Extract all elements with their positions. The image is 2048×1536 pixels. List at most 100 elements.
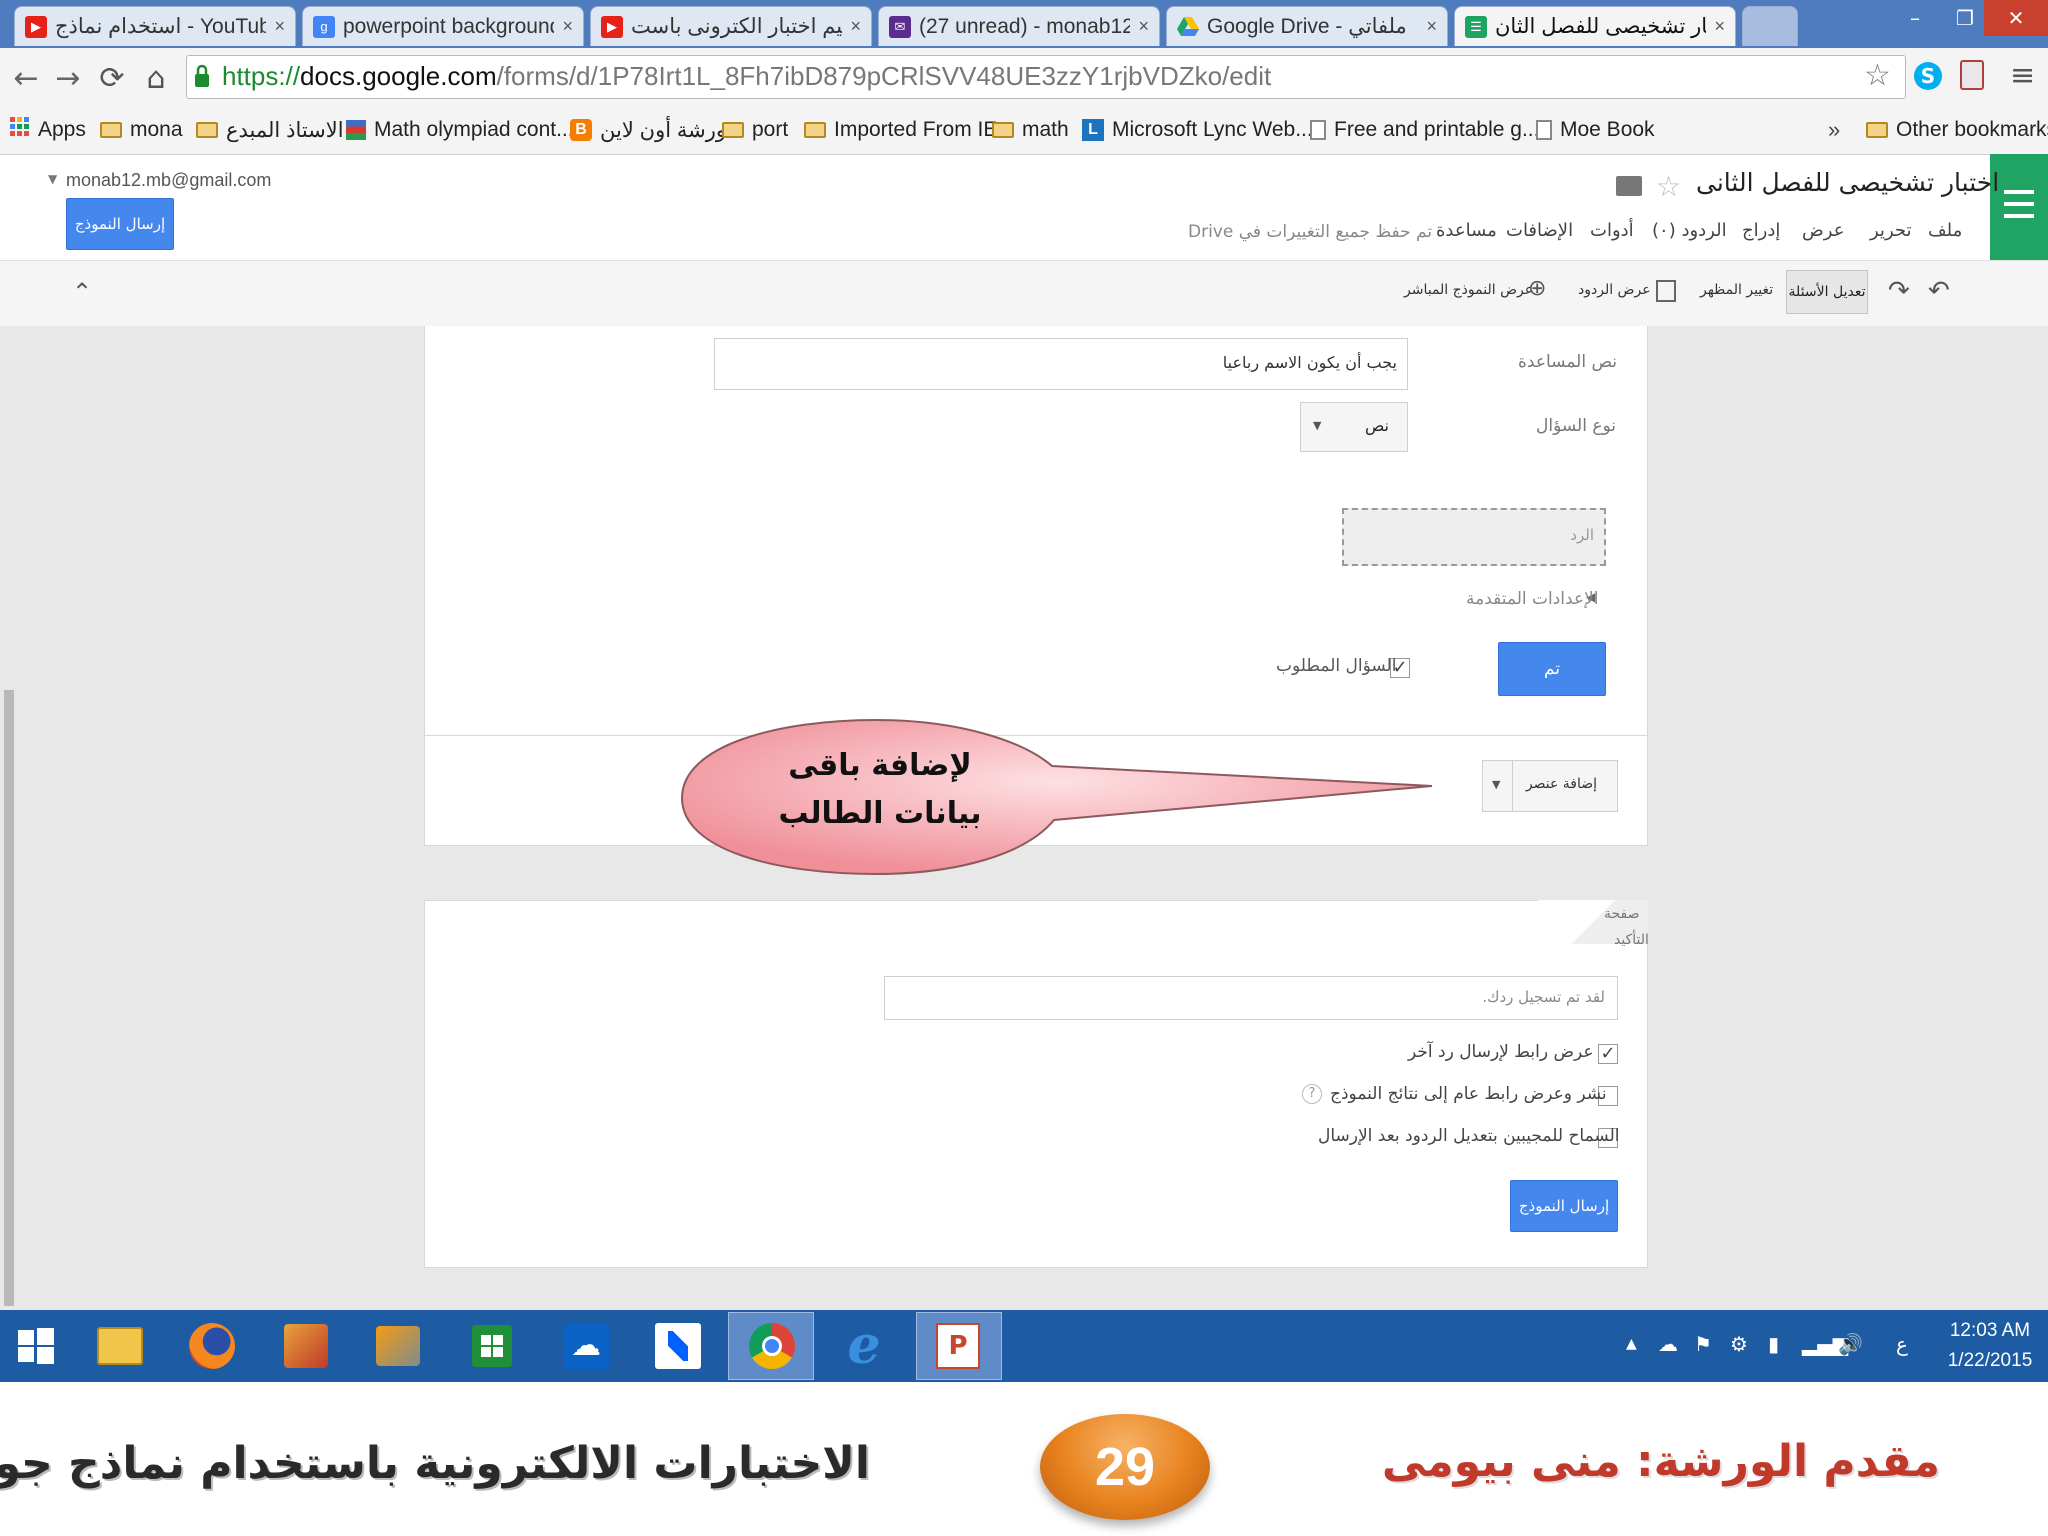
change-theme-button[interactable]: تغيير المظهر — [1700, 282, 1773, 298]
option-checkbox-another-response[interactable]: ✓ — [1598, 1044, 1618, 1064]
paint-icon[interactable] — [276, 1316, 336, 1376]
scrollbar-thumb[interactable] — [4, 690, 14, 1306]
reload-icon[interactable]: ⟳ — [94, 58, 130, 98]
tab-close-icon[interactable]: × — [850, 16, 861, 37]
folder-icon — [804, 122, 826, 138]
onedrive-tray-icon[interactable]: ☁ — [1658, 1332, 1678, 1356]
menu-addons[interactable]: الإضافات — [1506, 220, 1573, 241]
store-icon[interactable] — [462, 1316, 522, 1376]
language-indicator[interactable]: ع — [1896, 1332, 1908, 1356]
forward-icon[interactable]: → — [50, 58, 86, 98]
question-type-select[interactable]: نص ▼ — [1300, 402, 1408, 452]
close-window-icon[interactable]: ✕ — [1984, 0, 2048, 36]
skype-icon[interactable]: S — [1914, 62, 1942, 90]
bookmark-math[interactable]: math — [992, 114, 1069, 146]
windows-start-icon[interactable] — [6, 1316, 66, 1376]
internet-explorer-icon[interactable]: e — [834, 1316, 894, 1376]
menu-responses[interactable]: الردود (٠) — [1652, 220, 1727, 241]
bookmark-moe-book[interactable]: Moe Book — [1536, 114, 1655, 146]
url-text[interactable]: https://docs.google.com/forms/d/1P78Irt1… — [222, 61, 1271, 92]
bookmark-imported-from-ie[interactable]: Imported From IE — [804, 114, 997, 146]
firefox-icon[interactable] — [182, 1316, 242, 1376]
bookmarks-overflow-button[interactable]: » — [1828, 114, 1840, 146]
view-live-form-button[interactable]: عرض النموذج المباشر — [1404, 282, 1533, 298]
done-button[interactable]: تم — [1498, 642, 1606, 696]
media-icon[interactable] — [368, 1316, 428, 1376]
tab-close-icon[interactable]: × — [562, 16, 573, 37]
menu-view[interactable]: عرض — [1802, 220, 1844, 241]
bookmark-port[interactable]: port — [722, 114, 788, 146]
powerpoint-icon[interactable]: P — [928, 1316, 988, 1376]
advanced-settings-link[interactable]: الإعدادات المتقدمة — [1466, 589, 1599, 609]
browser-tab-strip: ▶ استخدام نماذج - YouTube × g powerpoint… — [0, 0, 2048, 48]
redo-icon[interactable]: ↷ — [1888, 276, 1910, 306]
back-icon[interactable]: ← — [8, 58, 44, 98]
confirmation-message-field[interactable]: لقد تم تسجيل ردك. — [884, 976, 1618, 1020]
star-icon[interactable]: ☆ — [1656, 170, 1681, 203]
bookmark-math-olympiad[interactable]: Math olympiad cont... — [346, 114, 574, 146]
chevron-down-icon: ▼ — [1492, 778, 1501, 791]
home-icon[interactable]: ⌂ — [138, 58, 174, 98]
help-text-field[interactable]: يجب أن يكون الاسم رباعيا — [714, 338, 1408, 390]
menu-tools[interactable]: أدوات — [1590, 220, 1634, 241]
tab-yahoo-mail[interactable]: ✉ (27 unread) - monab12 - × — [878, 6, 1160, 46]
option-label-another-response: عرض رابط لإرسال رد آخر — [1408, 1042, 1594, 1062]
menu-insert[interactable]: إدراج — [1742, 220, 1780, 241]
view-responses-button[interactable]: عرض الردود — [1578, 282, 1651, 298]
url-path: /forms/d/1P78Irt1L_8Fh7ibD879pCRlSVV48UE… — [496, 61, 1272, 91]
tab-youtube-forms[interactable]: ▶ استخدام نماذج - YouTube × — [14, 6, 296, 46]
account-email[interactable]: monab12.mb@gmail.com — [66, 170, 271, 191]
tab-label: (27 unread) - monab12 - — [919, 14, 1131, 38]
tab-google-forms-active[interactable]: ☰ اختبار تشخيصى للفصل الثان × — [1454, 6, 1736, 46]
minimize-icon[interactable]: – — [1890, 0, 1940, 36]
dropbox-icon[interactable] — [648, 1316, 708, 1376]
bookmark-mona[interactable]: mona — [100, 114, 183, 146]
chrome-menu-icon[interactable]: ≡ — [2010, 58, 2035, 93]
menu-edit[interactable]: تحرير — [1870, 220, 1912, 241]
tab-close-icon[interactable]: × — [274, 16, 285, 37]
chrome-icon[interactable] — [742, 1316, 802, 1376]
menu-file[interactable]: ملف — [1928, 220, 1962, 241]
battery-icon[interactable]: ▮ — [1768, 1332, 1779, 1356]
bookmark-lync[interactable]: L Microsoft Lync Web... — [1082, 114, 1313, 146]
clock-date[interactable]: 1/22/2015 — [1940, 1350, 2040, 1372]
tab-close-icon[interactable]: × — [1138, 16, 1149, 37]
volume-icon[interactable]: 🔊 — [1838, 1332, 1863, 1356]
help-text-value: يجب أن يكون الاسم رباعيا — [1222, 353, 1397, 372]
bookmark-workshop-online[interactable]: B ورشة أون لاين — [570, 114, 726, 146]
forms-icon: ☰ — [1465, 15, 1487, 38]
edit-questions-button[interactable]: تعديل الأسئلة — [1786, 270, 1868, 314]
extension-icon[interactable] — [1960, 60, 1984, 90]
bookmark-free-printable[interactable]: Free and printable g... — [1310, 114, 1539, 146]
action-center-flag-icon[interactable]: ⚑ — [1694, 1332, 1712, 1356]
callout-text-line2: بيانات الطالب — [778, 796, 982, 831]
tab-powerpoint-background[interactable]: g powerpoint background × — [302, 6, 584, 46]
clock-time[interactable]: 12:03 AM — [1940, 1320, 2040, 1342]
show-hidden-icons[interactable]: ▲ — [1626, 1336, 1637, 1352]
collapse-header-icon[interactable]: ⌃ — [72, 278, 92, 306]
restore-icon[interactable]: ❐ — [1940, 0, 1990, 36]
page-number-badge: 29 — [1040, 1414, 1210, 1520]
file-explorer-icon[interactable] — [90, 1316, 150, 1376]
tab-close-icon[interactable]: × — [1714, 16, 1725, 37]
network-tray-icon[interactable]: ⚙ — [1730, 1332, 1748, 1356]
new-tab-button[interactable] — [1742, 6, 1798, 46]
add-item-label: إضافة عنصر — [1525, 776, 1597, 792]
bookmark-ustaz[interactable]: الاستاذ المبدع — [196, 114, 344, 146]
help-icon[interactable]: ? — [1302, 1084, 1322, 1104]
add-item-button[interactable]: إضافة عنصر ▼ — [1482, 760, 1618, 812]
send-form-button-bottom[interactable]: إرسال النموذج — [1510, 1180, 1618, 1232]
tab-google-drive[interactable]: Google Drive - ملفاتي × — [1166, 6, 1448, 46]
send-form-button[interactable]: إرسال النموذج — [66, 198, 174, 250]
onedrive-icon[interactable]: ☁ — [556, 1316, 616, 1376]
undo-icon[interactable]: ↶ — [1928, 276, 1950, 306]
tab-youtube-design[interactable]: ▶ تصميم اختبار الكترونى باست × — [590, 6, 872, 46]
folder-move-icon[interactable] — [1616, 176, 1642, 196]
menu-help[interactable]: مساعدة — [1436, 220, 1497, 241]
bookmark-apps[interactable]: Apps — [10, 114, 86, 146]
form-title[interactable]: اختبار تشخيصى للفصل الثانى — [1696, 168, 1999, 197]
account-dropdown-icon[interactable]: ▼ — [48, 172, 57, 186]
bookmark-other-bookmarks[interactable]: Other bookmarks — [1866, 114, 2048, 146]
bookmark-star-icon[interactable]: ☆ — [1864, 58, 1891, 93]
tab-close-icon[interactable]: × — [1426, 16, 1437, 37]
